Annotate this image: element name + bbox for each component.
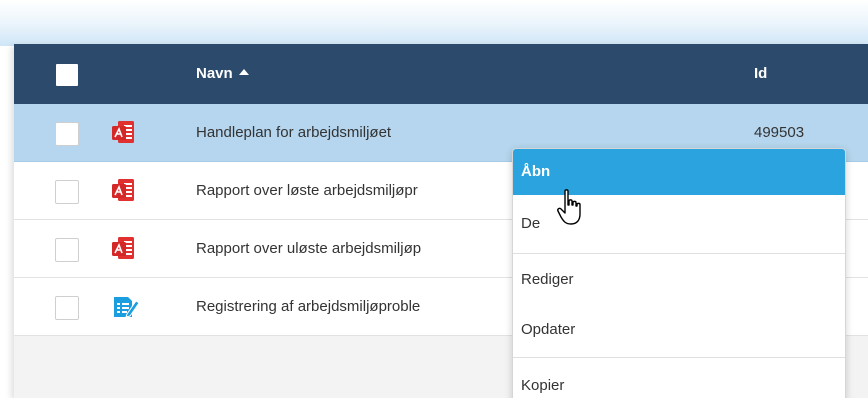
row-checkbox[interactable] xyxy=(55,180,79,204)
menu-divider xyxy=(513,357,845,358)
row-id: 499503 xyxy=(754,124,805,141)
column-header-id[interactable]: Id xyxy=(754,65,767,82)
select-all-checkbox[interactable] xyxy=(56,64,78,86)
pdf-document-icon xyxy=(112,179,134,201)
column-header-name-label: Navn xyxy=(196,65,233,82)
table-header: Navn Id xyxy=(14,44,868,104)
row-name[interactable]: Rapport over løste arbejdsmiljøpr xyxy=(196,182,418,199)
sort-ascending-icon xyxy=(238,69,249,76)
context-menu: Åbn De Rediger Opdater Kopier xyxy=(512,148,846,398)
form-edit-icon xyxy=(114,297,140,318)
pdf-document-icon xyxy=(112,121,134,143)
menu-item-update[interactable]: Opdater xyxy=(513,307,845,353)
row-name[interactable]: Rapport over uløste arbejdsmiljøp xyxy=(196,240,421,257)
row-checkbox[interactable] xyxy=(55,296,79,320)
row-name[interactable]: Registrering af arbejdsmiljøproble xyxy=(196,298,420,315)
row-checkbox[interactable] xyxy=(55,238,79,262)
menu-divider xyxy=(513,253,845,254)
hand-pointer-icon xyxy=(557,189,581,225)
row-checkbox[interactable] xyxy=(55,122,79,146)
menu-item-edit[interactable]: Rediger xyxy=(513,257,845,303)
menu-item-copy[interactable]: Kopier xyxy=(513,363,845,398)
row-name[interactable]: Handleplan for arbejdsmiljøet xyxy=(196,124,391,141)
column-header-name[interactable]: Navn xyxy=(196,65,249,82)
top-gradient-band xyxy=(0,0,868,46)
pdf-document-icon xyxy=(112,237,134,259)
